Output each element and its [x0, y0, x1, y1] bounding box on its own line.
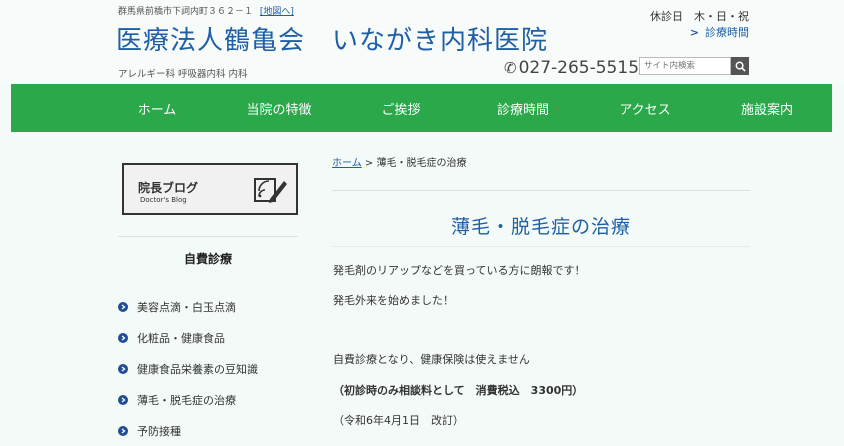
- hours-link[interactable]: > 診療時間: [690, 24, 749, 40]
- bullet-arrow-icon: [118, 394, 128, 405]
- sidebar-item-cosmetics[interactable]: 化粧品・健康食品: [118, 322, 258, 353]
- sidebar-item-nutrition[interactable]: 健康食品栄養素の豆知識: [118, 353, 258, 384]
- search-input[interactable]: [639, 57, 731, 75]
- breadcrumb: ホーム > 薄毛・脱毛症の治療: [332, 154, 466, 169]
- paragraph-start: 発毛外来を始めました！: [333, 294, 454, 307]
- blog-subtitle: Doctor's Blog: [140, 196, 187, 204]
- map-link[interactable]: [地図へ]: [260, 7, 294, 17]
- main-nav: ホーム 当院の特徴 ご挨拶 診療時間 アクセス 施設案内: [11, 84, 832, 132]
- phone-number: ✆ 027-265-5515: [504, 58, 639, 78]
- nav-facility[interactable]: 施設案内: [706, 99, 828, 118]
- pencil-note-icon: [254, 178, 287, 203]
- site-title[interactable]: 医療法人鶴亀会 いながき内科医院: [116, 20, 548, 57]
- breadcrumb-divider: [332, 190, 750, 191]
- phone-icon: ✆: [504, 59, 517, 77]
- nav-features[interactable]: 当院の特徴: [218, 99, 340, 118]
- site-header: 群馬県前橋市下詞内町３６２－１ [地図へ] 医療法人鶴亀会 いながき内科医院 ア…: [0, 0, 844, 84]
- bullet-arrow-icon: [118, 332, 128, 343]
- nav-greeting[interactable]: ご挨拶: [340, 99, 462, 118]
- sidebar-divider: [118, 236, 298, 237]
- search-icon: [735, 61, 746, 72]
- breadcrumb-home-link[interactable]: ホーム: [332, 158, 362, 169]
- holiday-info: 休診日 木・日・祝: [650, 10, 749, 23]
- sidebar-item-label: 化粧品・健康食品: [137, 331, 225, 345]
- paragraph-insurance: 自費診療となり、健康保険は使えません: [333, 353, 530, 366]
- departments: アレルギー科 呼吸器内科 内科: [118, 69, 248, 80]
- paragraph-revision: （令和6年4月1日 改訂）: [333, 414, 464, 427]
- sidebar-item-hair-loss[interactable]: 薄毛・脱毛症の治療: [118, 384, 258, 415]
- hours-link-label: 診療時間: [705, 26, 749, 39]
- sidebar-menu: 美容点滴・白玉点滴 化粧品・健康食品 健康食品栄養素の豆知識 薄毛・脱毛症の治療…: [118, 291, 258, 446]
- sidebar-item-label: 美容点滴・白玉点滴: [137, 300, 236, 314]
- title-divider: [332, 246, 750, 247]
- nav-home[interactable]: ホーム: [96, 99, 218, 118]
- sidebar-item-label: 予防接種: [137, 424, 181, 438]
- bullet-arrow-icon: [118, 301, 128, 312]
- sidebar-heading: 自費診療: [183, 252, 232, 266]
- phone-text: 027-265-5515: [518, 58, 640, 78]
- paragraph-announcement: 発毛剤のリアップなどを買っている方に朗報です！: [333, 264, 586, 277]
- breadcrumb-separator: >: [361, 158, 377, 169]
- bullet-arrow-icon: [118, 425, 128, 436]
- sidebar-item-label: 薄毛・脱毛症の治療: [137, 393, 236, 407]
- sidebar-item-label: 健康食品栄養素の豆知識: [137, 362, 258, 376]
- breadcrumb-current: 薄毛・脱毛症の治療: [376, 158, 467, 169]
- bullet-arrow-icon: [118, 363, 128, 374]
- nav-hours[interactable]: 診療時間: [462, 99, 584, 118]
- search-button[interactable]: [731, 57, 749, 75]
- chevron-right-icon: >: [689, 26, 699, 39]
- sidebar-item-vaccination[interactable]: 予防接種: [118, 415, 258, 446]
- doctor-blog-banner[interactable]: 院長ブログ Doctor's Blog: [122, 163, 298, 215]
- page-title: 薄毛・脱毛症の治療: [450, 216, 631, 238]
- paragraph-fee: （初診時のみ相談料として 消費税込 3300円）: [333, 384, 584, 397]
- blog-title: 院長ブログ: [138, 181, 199, 195]
- clinic-address: 群馬県前橋市下詞内町３６２－１ [地図へ]: [118, 4, 294, 17]
- sidebar-item-beauty-drip[interactable]: 美容点滴・白玉点滴: [118, 291, 258, 322]
- nav-access[interactable]: アクセス: [584, 99, 706, 118]
- site-search: [639, 57, 749, 75]
- address-text: 群馬県前橋市下詞内町３６２－１: [118, 7, 254, 17]
